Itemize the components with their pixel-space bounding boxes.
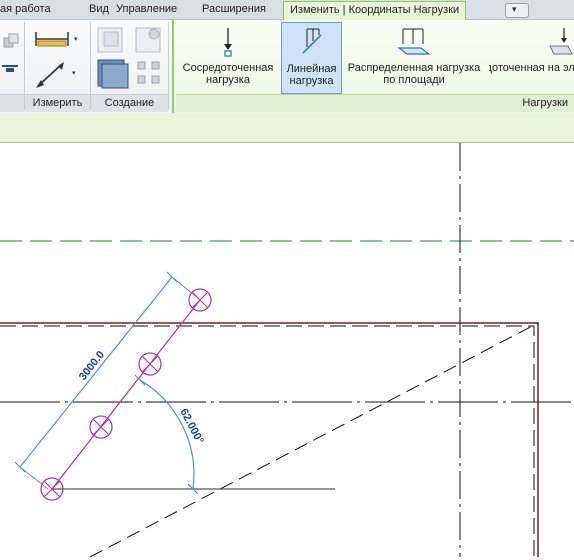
measure-between-icon[interactable]: ▾: [32, 60, 82, 90]
line-load-button[interactable]: Линейная нагрузка: [281, 22, 342, 94]
point-load-button[interactable]: Сосредоточенная нагрузка: [178, 22, 278, 92]
ribbon-tab-bar: ая работа Вид Управление Расширения Изме…: [0, 0, 574, 20]
line-load-label: Линейная нагрузка: [286, 63, 337, 87]
drawing-svg: 3000.0 62.000°: [0, 143, 574, 558]
area-load-label: Распределенная нагрузка по площади: [347, 62, 481, 86]
angle-arc[interactable]: [139, 379, 195, 490]
point-load-icon: [224, 28, 232, 57]
aligned-dimension-icon[interactable]: ▾: [32, 28, 82, 50]
dimension-extension-start: [19, 466, 49, 490]
area-load-icon: [397, 28, 431, 55]
group-label-create: Создание: [91, 94, 168, 112]
load-node-3[interactable]: [138, 352, 162, 376]
drawing-canvas[interactable]: 3000.0 62.000°: [0, 143, 574, 558]
line-load[interactable]: [51, 299, 201, 490]
create-tools-icon[interactable]: [96, 24, 168, 90]
load-node-4[interactable]: [188, 288, 212, 312]
hosted-point-load-icon: [549, 28, 573, 55]
group-label-loads: Нагрузки: [176, 94, 574, 112]
tab-view[interactable]: Вид: [89, 2, 109, 18]
svg-text:▾: ▾: [72, 70, 76, 77]
point-load-label: Сосредоточенная нагрузка: [182, 62, 274, 86]
slab-edge-hidden: [0, 325, 535, 557]
group-label-measure: Измерить: [25, 94, 90, 112]
angle-text[interactable]: 62.000°: [177, 407, 205, 446]
hosted-point-load-label: Сосредоточенная на эле: [489, 62, 574, 74]
modify-tools-icon[interactable]: [0, 30, 22, 80]
dropdown-icon: ▾: [512, 4, 517, 14]
options-bar: [0, 113, 574, 143]
tab-addins[interactable]: Расширения: [202, 2, 266, 18]
load-node-2[interactable]: [89, 415, 113, 439]
slab-outline[interactable]: [0, 322, 539, 557]
ribbon-minimize-button[interactable]: ▾: [505, 3, 529, 18]
hosted-point-load-button[interactable]: Сосредоточенная на эле: [489, 22, 574, 92]
area-load-button[interactable]: Распределенная нагрузка по площади: [341, 22, 487, 92]
line-load-icon: [301, 28, 322, 54]
diagonal-reference-line: [89, 322, 539, 558]
svg-text:▾: ▾: [74, 36, 78, 43]
dimension-line[interactable]: [19, 276, 173, 468]
group-label-modify: [0, 94, 24, 112]
tab-manage[interactable]: Управление: [116, 2, 177, 18]
loads-group-title: Нагрузки: [522, 97, 568, 109]
tab-modify-load-coordinates[interactable]: Изменить | Координаты Нагрузки: [283, 1, 467, 20]
tab-collaborate[interactable]: ая работа: [0, 2, 51, 18]
